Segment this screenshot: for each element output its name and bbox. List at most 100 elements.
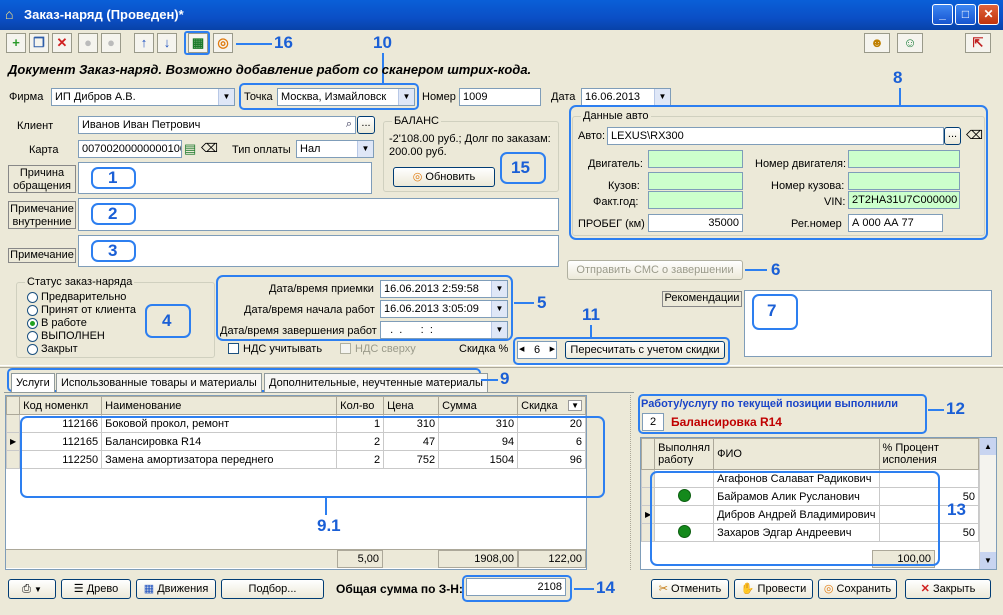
payment-type-select[interactable]: Нал ▼ [296, 140, 374, 158]
internal-note-field[interactable] [78, 198, 559, 231]
vertical-splitter[interactable] [630, 395, 635, 570]
cancel-icon: ✂ [658, 583, 668, 595]
minimize-button[interactable]: _ [932, 4, 953, 25]
chevron-down-icon[interactable]: ▼ [491, 322, 507, 338]
chevron-down-icon[interactable]: ▼ [491, 281, 507, 297]
status-radio[interactable] [27, 331, 38, 342]
delete-icon[interactable]: ✕ [52, 33, 72, 53]
user-help-icon[interactable]: ☻ [864, 33, 890, 53]
services-header-name[interactable]: Наименование [101, 396, 338, 415]
movements-button[interactable]: ▦ Движения [136, 579, 216, 599]
client-field[interactable]: Иванов Иван Петрович ⌕ [78, 116, 356, 134]
down-arrow-icon[interactable]: ↓ [157, 33, 177, 53]
car-title: Данные авто [581, 110, 651, 122]
chevron-right-icon[interactable]: ▶ [550, 345, 555, 353]
chevron-down-icon[interactable]: ▼ [357, 141, 373, 157]
marker-line-5 [514, 302, 534, 304]
up-arrow-icon[interactable]: ↑ [134, 33, 154, 53]
close-window-button[interactable]: ✕ [978, 4, 999, 25]
auto-label: Авто: [578, 130, 606, 142]
chevron-down-icon[interactable]: ▼ [568, 399, 582, 411]
body-field[interactable] [648, 172, 743, 190]
mileage-field[interactable]: 35000 [648, 214, 743, 232]
chevron-down-icon[interactable]: ▼ [34, 585, 42, 594]
vin-field[interactable]: 2T2HA31U7C000000 [848, 191, 960, 209]
recalculate-button[interactable]: Пересчитать с учетом скидки [565, 341, 725, 359]
chevron-down-icon[interactable]: ▼ [491, 301, 507, 317]
send-sms-button[interactable]: Отправить СМС о завершении [567, 260, 743, 280]
post-button[interactable]: ✋ Провести [734, 579, 813, 599]
chevron-down-icon[interactable]: ▼ [654, 89, 670, 105]
receive-date-field[interactable]: 16.06.2013 2:59:58 ▼ [380, 280, 508, 298]
card-icon[interactable]: ▤ [184, 141, 196, 157]
marker-15: 15 [511, 158, 530, 177]
tab-used-materials[interactable]: Использованные товары и материалы [56, 373, 262, 393]
post-label: Провести [757, 583, 807, 595]
card-field[interactable]: 00700200000000100 [78, 140, 182, 158]
exit-window-icon[interactable]: ⇱ [965, 33, 991, 53]
copy-icon[interactable]: ❐ [29, 33, 49, 53]
status-radio[interactable] [27, 305, 38, 316]
users-icon[interactable]: ☺ [897, 33, 923, 53]
engine-number-field[interactable] [848, 150, 960, 168]
reg-number-field[interactable]: А 000 АА 77 [848, 214, 943, 232]
note-field[interactable] [78, 235, 559, 267]
client-more-button[interactable]: ... [357, 116, 375, 134]
add-icon[interactable]: + [6, 33, 26, 53]
print-button[interactable]: ⎙ ▼ [8, 579, 56, 599]
cancel-button[interactable]: ✂ Отменить [651, 579, 729, 599]
status-radio[interactable] [27, 344, 38, 355]
chevron-down-icon[interactable]: ▼ [398, 89, 414, 105]
status-radio[interactable] [27, 292, 38, 303]
workers-scrollbar[interactable]: ▲ ▼ [979, 438, 996, 569]
scroll-up-icon[interactable]: ▲ [980, 438, 996, 455]
auto-field[interactable]: LEXUS\RX300 [607, 127, 944, 145]
services-header-discount-label: Скидка [521, 399, 558, 412]
services-header-sum[interactable]: Сумма [438, 396, 519, 415]
year-field[interactable] [648, 191, 743, 209]
workers-header-done[interactable]: Выполнял работу [654, 438, 715, 470]
reason-label-text: Причина обращения [13, 167, 71, 192]
scroll-down-icon[interactable]: ▼ [980, 552, 996, 569]
tab-extra-materials[interactable]: Дополнительные, неучтенные материалы [264, 373, 488, 393]
discount-stepper[interactable]: ◀ 6 ▶ [517, 341, 557, 359]
tab-services[interactable]: Услуги [11, 373, 55, 393]
movements-icon: ▦ [143, 583, 155, 595]
end-date-field[interactable]: . . : : ▼ [380, 321, 508, 339]
marker-10: 10 [373, 33, 392, 52]
save-button[interactable]: ◎ Сохранить [818, 579, 897, 599]
eraser-icon[interactable]: ⌫ [966, 128, 983, 142]
chevron-down-icon[interactable]: ▼ [218, 89, 234, 105]
refresh-button[interactable]: ◎ Обновить [393, 167, 495, 187]
tree-icon: ☰ [73, 583, 84, 595]
services-total-discount: 122,00 [518, 550, 586, 568]
close-button[interactable]: ✕ Закрыть [905, 579, 991, 599]
services-header-qty[interactable]: Кол-во [336, 396, 385, 415]
search-icon[interactable]: ⌕ [346, 118, 352, 131]
services-header-price[interactable]: Цена [383, 396, 440, 415]
receive-date-label: Дата/время приемки [269, 283, 374, 295]
point-select[interactable]: Москва, Измайловск ▼ [277, 88, 415, 106]
end-date-value: . . : : [384, 324, 433, 336]
chevron-left-icon[interactable]: ◀ [519, 345, 524, 353]
engine-field[interactable] [648, 150, 743, 168]
services-header-code[interactable]: Код номенкл [19, 396, 103, 415]
workers-header-name[interactable]: ФИО [713, 438, 880, 470]
maximize-button[interactable]: □ [955, 4, 976, 25]
start-date-field[interactable]: 16.06.2013 3:05:09 ▼ [380, 300, 508, 318]
services-header-discount[interactable]: Скидка ▼ [517, 396, 586, 415]
workers-header-percent[interactable]: % Процент исполения [878, 438, 980, 470]
auto-more-button[interactable]: ... [944, 127, 961, 145]
date-field[interactable]: 16.06.2013 ▼ [581, 88, 671, 106]
firm-select[interactable]: ИП Дибров А.В. ▼ [51, 88, 235, 106]
status-radio[interactable] [27, 318, 38, 329]
eraser-icon[interactable]: ⌫ [201, 141, 218, 155]
year-label: Факт.год: [593, 196, 639, 208]
nds-checkbox[interactable] [228, 343, 239, 354]
body-number-field[interactable] [848, 172, 960, 190]
tree-button[interactable]: ☰ Древо [61, 579, 131, 599]
status-title: Статус заказ-наряда [25, 276, 135, 288]
number-field[interactable]: 1009 [459, 88, 541, 106]
select-button[interactable]: Подбор... [221, 579, 324, 599]
target-icon[interactable]: ◎ [213, 33, 233, 53]
